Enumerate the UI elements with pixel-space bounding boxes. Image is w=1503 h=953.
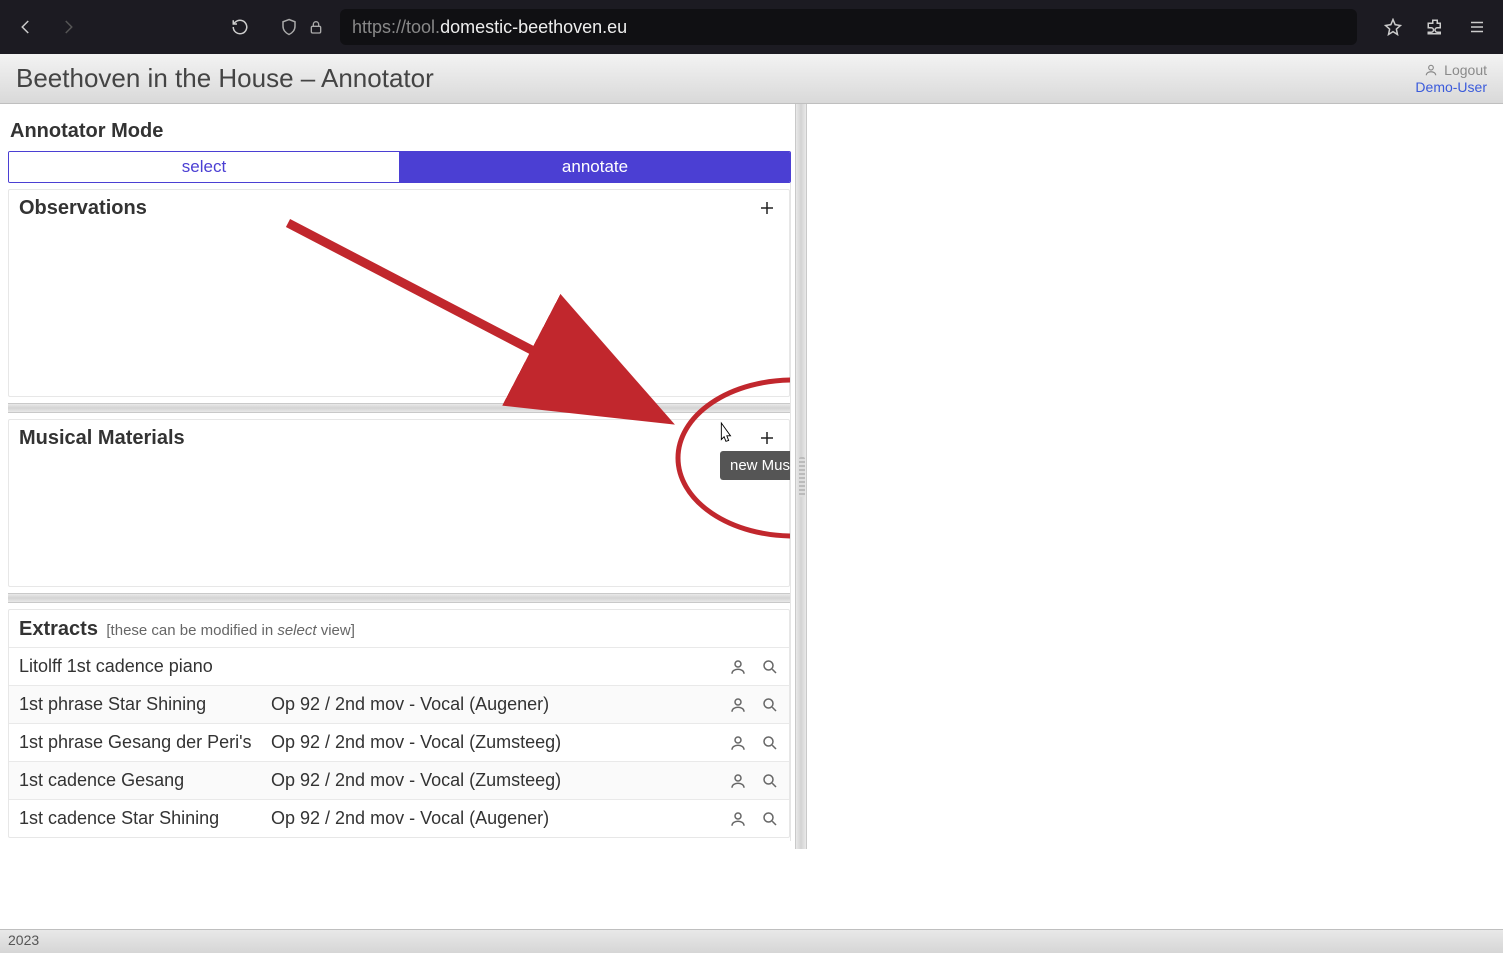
browser-toolbar: https://tool.domestic-beethoven.eu	[0, 0, 1503, 54]
url-domain: domestic-beethoven.eu	[440, 17, 627, 38]
tab-select[interactable]: select	[9, 152, 400, 182]
extract-row[interactable]: 1st cadence GesangOp 92 / 2nd mov - Voca…	[9, 761, 789, 799]
plus-icon	[758, 429, 776, 447]
magnifier-icon[interactable]	[759, 732, 781, 754]
extract-source: Op 92 / 2nd mov - Vocal (Zumsteeg)	[271, 732, 727, 753]
musical-materials-title: Musical Materials	[19, 427, 185, 450]
lock-icon	[308, 19, 324, 35]
left-scroll-region: Observations Musical Materials	[8, 183, 791, 841]
person-icon[interactable]	[727, 694, 749, 716]
musical-materials-section: Musical Materials	[8, 419, 790, 587]
observations-section: Observations	[8, 189, 790, 397]
security-indicators	[280, 18, 324, 36]
tab-annotate[interactable]: annotate	[400, 152, 790, 182]
url-bar[interactable]: https://tool.domestic-beethoven.eu	[340, 9, 1357, 45]
mode-tabs: select annotate	[8, 151, 791, 183]
footer: 2023	[0, 929, 1503, 953]
add-musical-material-button[interactable]	[755, 426, 779, 450]
add-observation-button[interactable]	[755, 196, 779, 220]
app-header: Beethoven in the House – Annotator Logou…	[0, 54, 1503, 104]
username-label: Demo-User	[1415, 79, 1487, 95]
horizontal-splitter-2[interactable]	[8, 593, 790, 603]
magnifier-icon[interactable]	[759, 808, 781, 830]
extracts-section: Extracts [these can be modified in selec…	[8, 609, 790, 838]
logout-label: Logout	[1444, 62, 1487, 78]
extract-row[interactable]: 1st phrase Star ShiningOp 92 / 2nd mov -…	[9, 685, 789, 723]
back-button[interactable]	[10, 11, 42, 43]
magnifier-icon[interactable]	[759, 694, 781, 716]
user-block: Logout Demo-User	[1415, 62, 1487, 94]
person-icon[interactable]	[727, 808, 749, 830]
vertical-splitter[interactable]	[795, 104, 807, 849]
forward-button[interactable]	[52, 11, 84, 43]
extract-source: Op 92 / 2nd mov - Vocal (Augener)	[271, 808, 727, 829]
observations-title: Observations	[19, 197, 147, 220]
shield-icon	[280, 18, 298, 36]
extensions-button[interactable]	[1419, 11, 1451, 43]
magnifier-icon[interactable]	[759, 770, 781, 792]
app-title: Beethoven in the House – Annotator	[16, 63, 434, 94]
extracts-title: Extracts	[19, 618, 98, 640]
extract-row[interactable]: 1st phrase Gesang der Peri'sOp 92 / 2nd …	[9, 723, 789, 761]
horizontal-splitter-1[interactable]	[8, 403, 790, 413]
extract-name: 1st cadence Gesang	[19, 770, 271, 791]
person-icon[interactable]	[727, 732, 749, 754]
left-pane: Annotator Mode select annotate Observati…	[0, 104, 795, 849]
footer-year: 2023	[8, 932, 39, 948]
reload-button[interactable]	[224, 11, 256, 43]
pointer-cursor-icon	[714, 421, 736, 447]
extract-source: Op 92 / 2nd mov - Vocal (Augener)	[271, 694, 727, 715]
person-icon[interactable]	[727, 770, 749, 792]
extracts-list: Litolff 1st cadence piano 1st phrase Star…	[9, 647, 789, 837]
extract-row[interactable]: 1st cadence Star ShiningOp 92 / 2nd mov …	[9, 799, 789, 837]
mode-label: Annotator Mode	[10, 120, 789, 143]
extracts-hint: [these can be modified in select view]	[106, 622, 354, 639]
content-split: Annotator Mode select annotate Observati…	[0, 104, 1503, 849]
extract-name: 1st phrase Gesang der Peri's	[19, 732, 271, 753]
logout-link[interactable]: Logout	[1415, 62, 1487, 78]
url-prefix: https://tool.	[352, 17, 440, 38]
tooltip-new-musical-material: new Musical Material	[720, 451, 791, 480]
extract-name: 1st cadence Star Shining	[19, 808, 271, 829]
bookmark-button[interactable]	[1377, 11, 1409, 43]
person-icon	[1424, 63, 1438, 77]
extract-name: Litolff 1st cadence piano	[19, 656, 271, 677]
magnifier-icon[interactable]	[759, 656, 781, 678]
extract-source: Op 92 / 2nd mov - Vocal (Zumsteeg)	[271, 770, 727, 791]
plus-icon	[758, 199, 776, 217]
person-icon[interactable]	[727, 656, 749, 678]
menu-button[interactable]	[1461, 11, 1493, 43]
extract-name: 1st phrase Star Shining	[19, 694, 271, 715]
right-pane	[807, 104, 1503, 849]
extract-row[interactable]: Litolff 1st cadence piano	[9, 647, 789, 685]
